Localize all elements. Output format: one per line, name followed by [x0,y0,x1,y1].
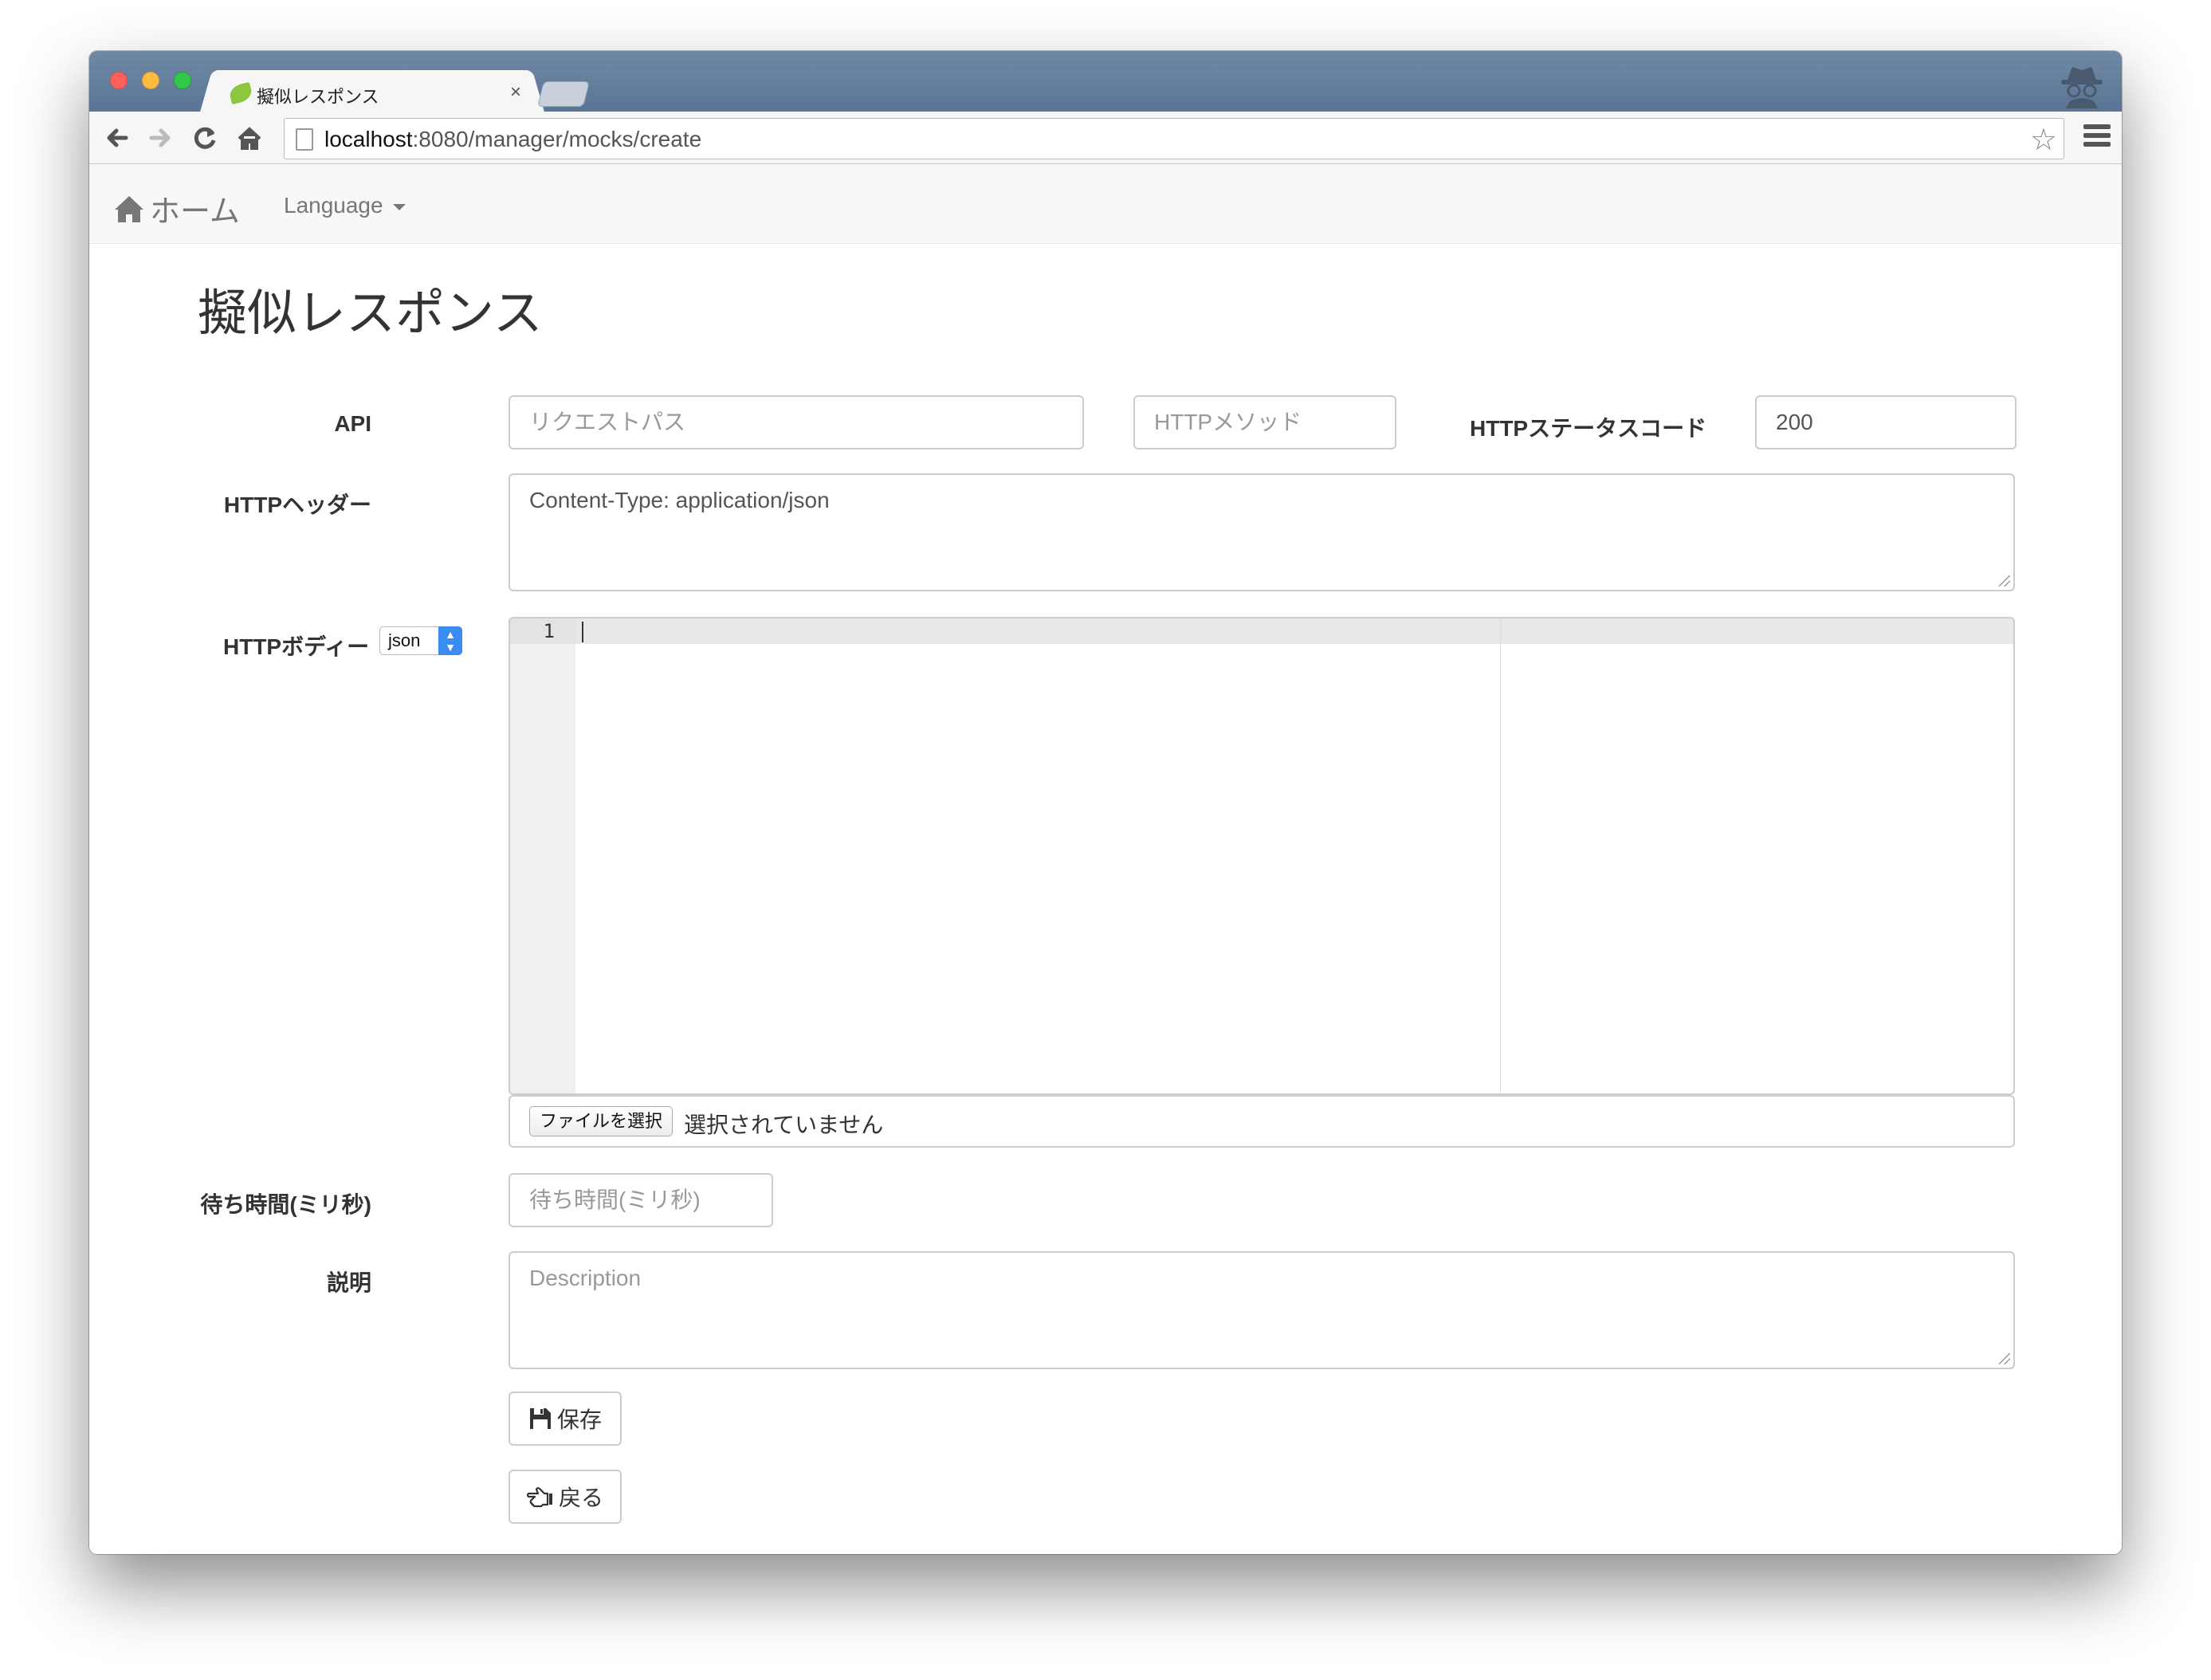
page-content: ホーム Language 擬似レスポンス API リクエストパス HTTPメソッ… [89,164,2122,1554]
page-title: 擬似レスポンス [198,284,543,342]
body-format-select[interactable]: json ▲ ▼ [379,626,462,655]
file-upload: ファイルを選択 選択されていません [509,1095,2015,1148]
address-bar[interactable]: localhost:8080/manager/mocks/create ☆ [284,118,2064,159]
editor-gutter: 1 [510,618,575,1093]
close-window-button[interactable] [110,72,128,89]
brand-link[interactable]: ホーム [113,186,240,230]
home-icon [115,195,143,222]
hand-left-icon [526,1487,552,1508]
home-page-icon[interactable] [234,123,265,153]
print-margin [1500,618,1501,1093]
updown-chevron-icon: ▲ ▼ [438,626,462,655]
browser-toolbar: localhost:8080/manager/mocks/create ☆ [89,112,2122,164]
back-label: 戻る [558,1486,603,1510]
reload-icon[interactable] [190,123,220,153]
line-number: 1 [543,620,555,642]
save-label: 保存 [556,1407,602,1432]
status-code-label: HTTPステータスコード [1470,416,1707,441]
resize-handle[interactable] [1999,575,2010,587]
resize-handle[interactable] [1999,1353,2010,1364]
browser-window: 擬似レスポンス × localhost:8080/manager/mocks/c… [89,51,2122,1554]
bookmark-star-icon[interactable]: ☆ [2030,122,2057,158]
description-textarea[interactable]: Description [509,1251,2015,1369]
headers-textarea[interactable]: Content-Type: application/json [509,473,2015,591]
save-button[interactable]: 保存 [509,1391,622,1446]
headers-label: HTTPヘッダー [223,493,371,517]
incognito-icon [2058,62,2106,108]
url-text: localhost:8080/manager/mocks/create [324,127,702,151]
api-label: API [334,411,371,436]
caret-down-icon [392,203,406,210]
active-line [510,618,2013,644]
brand-label: ホーム [150,195,240,229]
navbar: ホーム Language [89,164,2122,244]
forward-arrow-icon[interactable] [145,123,175,153]
status-code-input[interactable]: 200 [1755,395,2017,449]
choose-file-button[interactable]: ファイルを選択 [529,1106,674,1136]
request-path-input[interactable]: リクエストパス [509,395,1084,449]
new-tab-button[interactable] [537,81,590,107]
title-bar: 擬似レスポンス × [89,51,2122,115]
file-status-text: 選択されていません [684,1113,884,1137]
back-arrow-icon[interactable] [102,123,132,153]
description-label: 説明 [326,1270,371,1295]
browser-tab[interactable]: 擬似レスポンス × [217,70,528,115]
tab-close-icon[interactable]: × [510,81,521,104]
zoom-window-button[interactable] [174,72,191,89]
body-label: HTTPボディー [223,634,370,659]
menu-icon[interactable] [2083,124,2111,151]
language-label: Language [284,193,383,218]
text-cursor [582,622,583,642]
minimize-window-button[interactable] [142,72,159,89]
back-button[interactable]: 戻る [509,1470,622,1524]
language-dropdown[interactable]: Language [284,193,406,218]
leaf-icon [227,81,254,105]
body-code-editor[interactable]: 1 [509,617,2015,1095]
wait-time-input[interactable]: 待ち時間(ミリ秒) [509,1173,773,1227]
page-icon [296,128,313,151]
http-method-input[interactable]: HTTPメソッド [1133,395,1396,449]
wait-time-label: 待ち時間(ミリ秒) [200,1192,371,1217]
tab-title: 擬似レスポンス [257,88,379,108]
floppy-icon [529,1408,551,1429]
